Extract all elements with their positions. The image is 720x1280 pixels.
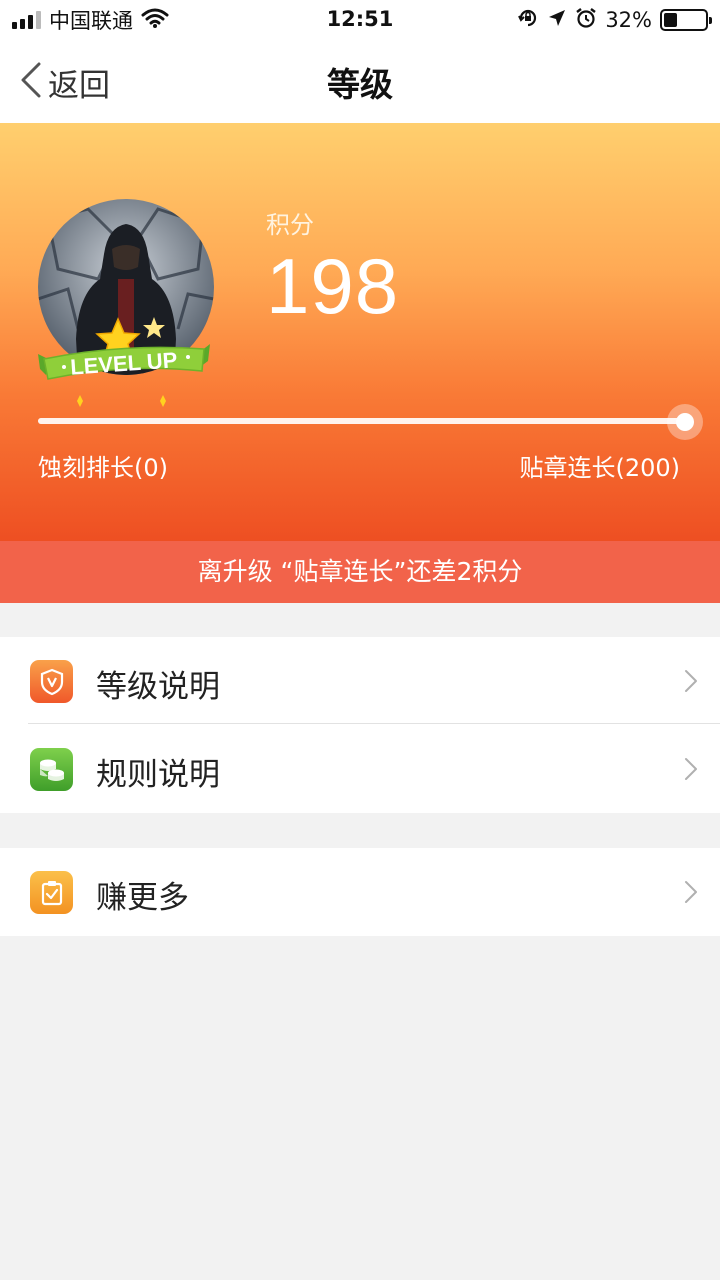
level-progress-track: [38, 418, 692, 424]
chevron-right-icon: [685, 670, 697, 692]
shield-v-icon: [30, 660, 73, 703]
level-up-badge: LEVEL UP: [38, 309, 210, 409]
menu-item-label: 赚更多: [96, 880, 189, 916]
clipboard-check-icon: [30, 871, 73, 914]
level-progress-knob: [667, 404, 704, 440]
score-label: 积分: [266, 211, 314, 239]
current-level-label: 蚀刻排长(0): [38, 454, 168, 482]
location-arrow-icon: [547, 8, 567, 33]
menu-item-label: 等级说明: [96, 669, 220, 705]
score-value: 198: [266, 242, 400, 330]
chevron-right-icon: [685, 758, 697, 780]
upgrade-hint-bar: 离升级 “贴章连长”还差2积分: [0, 541, 720, 603]
menu-item-rule-description[interactable]: 规则说明: [0, 725, 720, 813]
chevron-right-icon: [685, 881, 697, 903]
coins-icon: [30, 748, 73, 791]
battery-percent: 32%: [605, 8, 652, 32]
menu-group-1: 等级说明 规则说明: [0, 637, 720, 813]
status-bar: 中国联通 12:51 32%: [0, 0, 720, 40]
battery-fill: [664, 13, 677, 27]
menu-group-2: 赚更多: [0, 848, 720, 936]
menu-item-label: 规则说明: [96, 757, 220, 793]
level-progress-fill: [38, 418, 686, 424]
level-header: LEVEL UP 积分 198 蚀刻排长(0) 贴章连长(200): [0, 123, 720, 541]
navigation-bar: 返回 等级: [0, 40, 720, 123]
rotation-lock-icon: [517, 7, 539, 34]
alarm-icon: [575, 7, 597, 34]
page-title: 等级: [327, 65, 393, 104]
row-divider: [28, 723, 720, 724]
status-right: 32%: [517, 7, 712, 34]
battery-icon: [660, 9, 712, 31]
menu-item-earn-more[interactable]: 赚更多: [0, 848, 720, 936]
next-level-label: 贴章连长(200): [519, 454, 680, 482]
menu-item-level-description[interactable]: 等级说明: [0, 637, 720, 725]
